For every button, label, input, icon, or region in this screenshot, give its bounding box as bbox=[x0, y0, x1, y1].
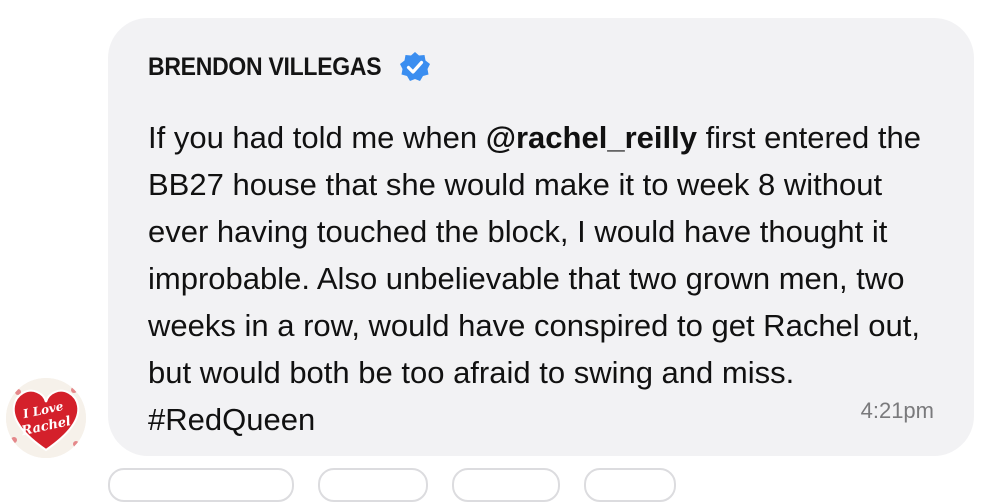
message-text-start: If you had told me when bbox=[148, 120, 486, 155]
reaction-pill[interactable] bbox=[452, 468, 560, 502]
reaction-pill[interactable] bbox=[318, 468, 428, 502]
reaction-bar bbox=[108, 468, 676, 502]
avatar[interactable]: I Love Rachel bbox=[6, 378, 86, 458]
reaction-pill[interactable] bbox=[584, 468, 676, 502]
mention-link[interactable]: @rachel_reilly bbox=[486, 120, 697, 155]
message-text: If you had told me when @rachel_reilly f… bbox=[148, 114, 938, 443]
i-love-rachel-heart-avatar: I Love Rachel bbox=[6, 378, 86, 458]
verified-badge-icon bbox=[399, 52, 430, 81]
sender-header: BRENDON VILLEGAS bbox=[148, 50, 432, 84]
message-timestamp: 4:21pm bbox=[860, 398, 934, 423]
sender-name[interactable]: BRENDON VILLEGAS bbox=[148, 53, 382, 82]
reaction-pill[interactable] bbox=[108, 468, 294, 502]
message-bubble[interactable]: BRENDON VILLEGAS If you had told me when… bbox=[108, 18, 974, 456]
message-text-rest: first entered the BB27 house that she wo… bbox=[148, 120, 921, 437]
